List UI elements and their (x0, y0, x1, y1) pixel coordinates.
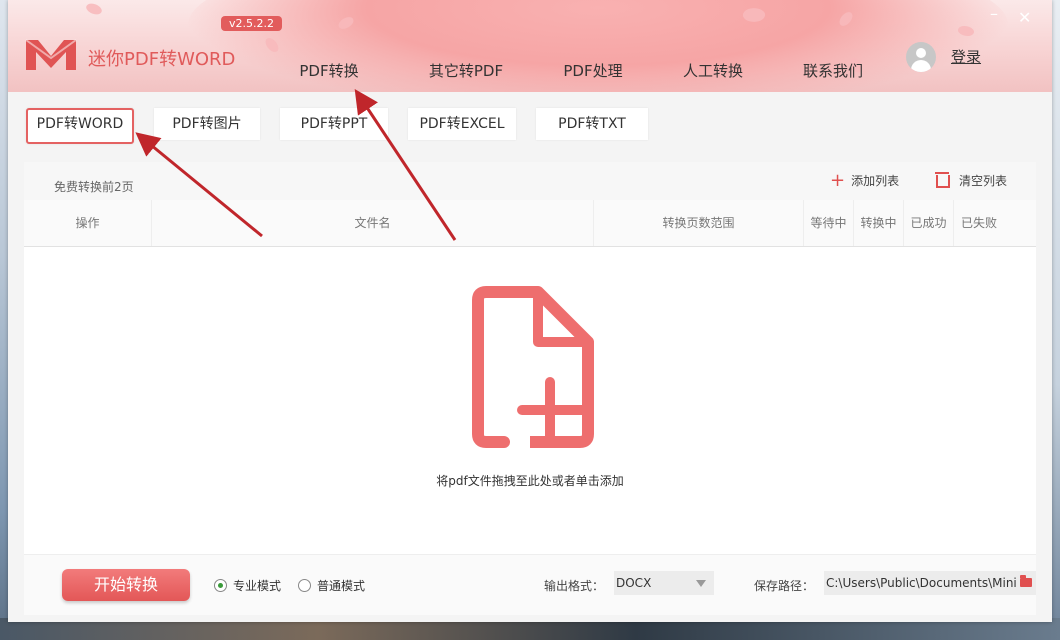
column-header-action: 操作 (24, 200, 152, 246)
avatar-head (916, 48, 926, 58)
column-header-filename: 文件名 (152, 200, 594, 246)
login-link[interactable]: 登录 (951, 46, 981, 67)
trash-icon (936, 175, 950, 188)
output-format-value: DOCX (616, 576, 651, 590)
subtab-pdf-to-excel[interactable]: PDF转EXCEL (408, 108, 516, 140)
start-convert-button[interactable]: 开始转换 (62, 569, 190, 601)
petal-decoration (85, 1, 104, 18)
app-title: 迷你PDF转WORD (88, 45, 235, 71)
title-bar: 迷你PDF转WORD v2.5.2.2 PDF转换 其它转PDF PDF处理 人… (8, 0, 1052, 92)
main-nav: PDF转换 其它转PDF PDF处理 人工转换 联系我们 (284, 60, 878, 90)
file-list-panel: 免费转换前2页 + 添加列表 清空列表 操作 文件名 转换页数范围 等待中 转换… (24, 162, 1036, 614)
folder-icon[interactable] (1020, 578, 1032, 587)
mode-normal-label: 普通模式 (317, 577, 365, 594)
column-header-waiting: 等待中 (804, 200, 854, 246)
mode-pro-radio[interactable]: 专业模式 (214, 577, 281, 594)
subtab-pdf-to-word[interactable]: PDF转WORD (26, 108, 134, 144)
version-badge: v2.5.2.2 (221, 16, 282, 31)
save-path-label: 保存路径： (754, 577, 814, 594)
output-format-label: 输出格式： (544, 577, 604, 594)
subtab-pdf-to-ppt[interactable]: PDF转PPT (280, 108, 388, 140)
chevron-down-icon (696, 580, 706, 587)
radio-dot (214, 579, 227, 592)
subtab-pdf-to-txt[interactable]: PDF转TXT (536, 108, 648, 140)
footer-bar: 开始转换 专业模式 普通模式 输出格式： DOCX 保存路径： C:\Users… (24, 554, 1036, 615)
output-format-select[interactable]: DOCX (614, 571, 714, 595)
conversion-subtabs: PDF转WORD PDF转图片 PDF转PPT PDF转EXCEL PDF转TX… (26, 108, 668, 144)
nav-manual-convert[interactable]: 人工转换 (668, 60, 758, 90)
add-list-label: 添加列表 (851, 172, 899, 189)
list-toolbar: 免费转换前2页 + 添加列表 清空列表 (24, 162, 1036, 200)
nav-pdf-convert[interactable]: PDF转换 (284, 60, 374, 90)
save-path-field[interactable]: C:\Users\Public\Documents\Mini (824, 571, 1036, 595)
add-list-button[interactable]: + 添加列表 (830, 172, 899, 189)
nav-other-to-pdf[interactable]: 其它转PDF (416, 60, 516, 90)
close-icon[interactable]: ✕ (1018, 8, 1031, 27)
free-pages-note: 免费转换前2页 (54, 178, 134, 195)
avatar-body (911, 60, 931, 72)
mode-normal-radio[interactable]: 普通模式 (298, 577, 365, 594)
radio-dot (298, 579, 311, 592)
drop-hint[interactable]: 将pdf文件拖拽至此处或者单击添加 (24, 472, 1036, 489)
column-header-page-range: 转换页数范围 (594, 200, 804, 246)
nav-contact-us[interactable]: 联系我们 (788, 60, 878, 90)
app-logo-icon (24, 36, 78, 72)
app-window: 迷你PDF转WORD v2.5.2.2 PDF转换 其它转PDF PDF处理 人… (8, 0, 1052, 622)
plus-icon: + (830, 174, 845, 188)
column-header-success: 已成功 (904, 200, 954, 246)
column-header-converting: 转换中 (854, 200, 904, 246)
mode-pro-label: 专业模式 (233, 577, 281, 594)
user-avatar-icon[interactable] (906, 42, 936, 72)
desktop-background-right (1052, 0, 1060, 640)
minimize-icon[interactable]: – (990, 4, 998, 23)
nav-pdf-process[interactable]: PDF处理 (548, 60, 638, 90)
column-header-failed: 已失败 (954, 200, 1004, 246)
add-file-icon[interactable] (466, 286, 596, 450)
clear-list-label: 清空列表 (959, 172, 1007, 189)
clear-list-button[interactable]: 清空列表 (936, 172, 1007, 189)
table-header: 操作 文件名 转换页数范围 等待中 转换中 已成功 已失败 (24, 200, 1036, 247)
save-path-value: C:\Users\Public\Documents\Mini (826, 576, 1017, 590)
subtab-pdf-to-image[interactable]: PDF转图片 (154, 108, 260, 140)
desktop-background-left (0, 0, 8, 640)
